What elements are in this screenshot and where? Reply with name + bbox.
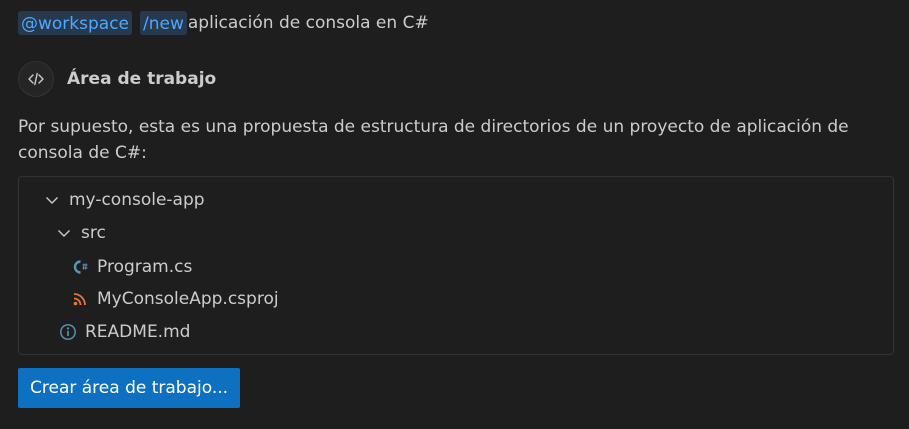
create-workspace-button[interactable]: Crear área de trabajo... [18, 368, 241, 408]
tree-item-csproj[interactable]: MyConsoleApp.csproj [71, 284, 279, 314]
csharp-file-icon [71, 258, 89, 276]
info-icon [59, 323, 77, 341]
chevron-down-icon[interactable] [43, 191, 61, 209]
workspace-agent-chip[interactable]: @workspace [18, 11, 133, 35]
tree-item-label: Program.cs [97, 257, 193, 277]
new-command-chip[interactable]: /new [140, 11, 187, 35]
response-message: Por supuesto, esta es una propuesta de e… [18, 117, 849, 163]
tree-item-program-cs[interactable]: Program.cs [71, 252, 192, 282]
tree-item-label: my-console-app [69, 190, 205, 210]
agent-name: Área de trabajo [67, 69, 217, 89]
file-tree-preview: my-console-app src Program.cs MyConsoleA… [18, 176, 894, 355]
rss-icon [71, 290, 89, 308]
response-header: Área de trabajo [18, 61, 216, 97]
user-prompt: @workspace /new aplicación de consola en… [18, 10, 429, 36]
tree-item-label: MyConsoleApp.csproj [97, 289, 279, 309]
tree-item-src[interactable]: src [55, 218, 106, 248]
tree-item-label: src [81, 223, 106, 243]
chevron-down-icon[interactable] [55, 224, 73, 242]
tree-item-readme[interactable]: README.md [59, 317, 190, 347]
tree-item-label: README.md [85, 322, 191, 342]
tree-item-my-console-app[interactable]: my-console-app [43, 185, 205, 215]
prompt-text: aplicación de consola en C# [187, 13, 429, 33]
code-icon [18, 61, 54, 97]
